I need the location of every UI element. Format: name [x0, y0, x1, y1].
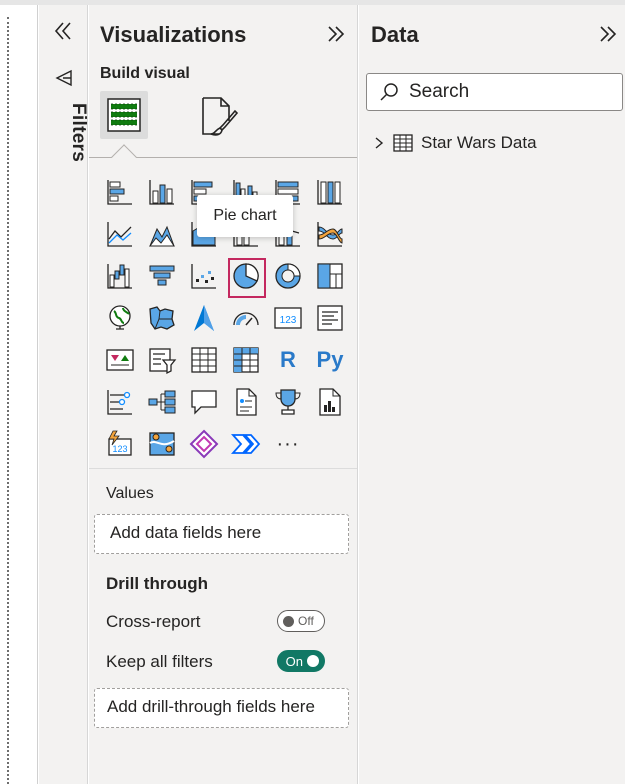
map-icon[interactable]	[99, 297, 141, 339]
gauge-icon[interactable]	[225, 297, 267, 339]
qa-icon[interactable]	[183, 381, 225, 423]
line-chart-icon[interactable]	[99, 213, 141, 255]
drill-through-drop-zone[interactable]: Add drill-through fields here	[94, 688, 349, 728]
svg-text:123: 123	[112, 444, 127, 454]
keep-all-filters-label: Keep all filters	[106, 652, 213, 671]
r-visual-icon[interactable]: R	[267, 339, 309, 381]
visualizations-title: Visualizations	[100, 22, 247, 47]
area-chart-icon[interactable]	[141, 213, 183, 255]
kpi-icon[interactable]	[99, 339, 141, 381]
tooltip: Pie chart	[197, 195, 293, 237]
scatter-chart-icon[interactable]	[183, 255, 225, 297]
card-icon[interactable]: 123	[267, 297, 309, 339]
search-icon	[380, 83, 398, 101]
drill-through-title: Drill through	[106, 574, 208, 593]
pie-chart-icon[interactable]	[225, 255, 267, 298]
donut-chart-icon[interactable]	[267, 255, 309, 297]
keep-all-filters-toggle[interactable]: On	[277, 650, 325, 672]
filters-pane[interactable]: Filters	[39, 5, 89, 784]
filled-map-icon[interactable]	[141, 297, 183, 339]
power-apps-icon[interactable]: 123	[99, 423, 141, 465]
cross-report-label: Cross-report	[106, 612, 201, 631]
table-name: Star Wars Data	[421, 133, 537, 152]
waterfall-chart-icon[interactable]	[99, 255, 141, 297]
arcgis-map-icon[interactable]	[141, 423, 183, 465]
canvas-dotted-border	[7, 17, 9, 784]
treemap-icon[interactable]	[309, 255, 351, 297]
collapse-chevron-icon[interactable]	[51, 19, 75, 43]
multi-row-card-icon[interactable]	[309, 297, 351, 339]
cross-report-toggle[interactable]: Off	[277, 610, 325, 632]
visualizations-pane: Visualizations Build visual Pie chart 12…	[89, 5, 358, 784]
values-label: Values	[106, 485, 154, 502]
matrix-icon[interactable]	[225, 339, 267, 381]
values-drop-zone[interactable]: Add data fields here	[94, 514, 349, 554]
build-visual-button[interactable]	[100, 91, 148, 139]
ribbon-chart-icon[interactable]	[309, 213, 351, 255]
selected-tab-indicator	[111, 144, 137, 170]
data-title: Data	[371, 22, 419, 47]
expand-chevron-icon[interactable]	[325, 23, 347, 45]
stacked-column-chart-icon[interactable]	[141, 171, 183, 213]
svg-text:123: 123	[280, 315, 297, 326]
build-visual-icon	[107, 98, 141, 132]
python-visual-icon[interactable]: Py	[309, 339, 351, 381]
decomposition-tree-icon[interactable]	[141, 381, 183, 423]
search-box[interactable]	[366, 73, 623, 111]
table-icon	[393, 134, 413, 152]
table-star-wars-data[interactable]: Star Wars Data	[373, 133, 537, 153]
format-visual-button[interactable]	[199, 95, 239, 137]
power-automate-flow-icon[interactable]	[225, 423, 267, 465]
data-pane: Data Star Wars Data	[359, 5, 625, 784]
funnel-icon[interactable]	[141, 255, 183, 297]
paginated-report-icon[interactable]	[309, 381, 351, 423]
more-visuals-icon[interactable]: ···	[267, 423, 309, 465]
key-influencers-icon[interactable]	[99, 381, 141, 423]
build-visual-label: Build visual	[100, 65, 190, 82]
expand-chevron-icon[interactable]	[597, 23, 619, 45]
search-input[interactable]	[409, 81, 609, 103]
slicer-icon[interactable]	[141, 339, 183, 381]
stacked-bar-chart-icon[interactable]	[99, 171, 141, 213]
chevron-right-icon[interactable]	[373, 136, 385, 150]
filter-icon	[55, 69, 72, 87]
report-canvas-edge	[0, 5, 38, 784]
100-stacked-column-chart-icon[interactable]	[309, 171, 351, 213]
metrics-icon[interactable]	[267, 381, 309, 423]
table-icon[interactable]	[183, 339, 225, 381]
azure-map-icon[interactable]	[183, 297, 225, 339]
power-automate-icon[interactable]	[183, 423, 225, 465]
smart-narrative-icon[interactable]	[225, 381, 267, 423]
filters-label[interactable]: Filters	[67, 103, 89, 162]
